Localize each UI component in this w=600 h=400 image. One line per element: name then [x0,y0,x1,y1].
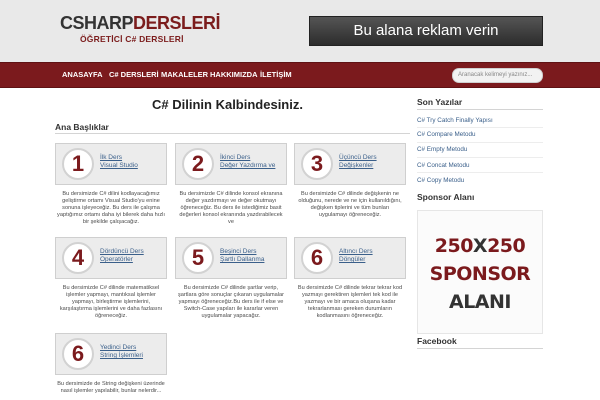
nav-item-anasayfa[interactable]: ANASAYFA [62,63,103,87]
lesson-link[interactable]: Beşinci Ders Şartlı Dallanma [220,248,264,264]
nav-item-iletisim[interactable]: İLETİŞİM [260,63,292,87]
lesson-link[interactable]: İkinci Ders Değer Yazdırma ve [220,154,275,170]
lesson-link[interactable]: Dördüncü Ders Operatörler [100,248,144,264]
lesson-card-4: 4 Dördüncü Ders Operatörler Bu dersimizde… [55,237,167,320]
recent-post-link[interactable]: C# Concat Metodu [417,162,470,169]
site-header: CSHARPDERSLERİ ÖĞRETİCİ C# DERSLERİ Bu a… [0,0,600,62]
lesson-description: Bu dersimizde de String değişkeni üzerin… [57,381,165,394]
sidebar-divider [417,109,543,110]
nav-item-csharp-dersleri[interactable]: C# DERSLERİ [109,63,159,87]
lesson-description: Bu dersimizde C# dilinde tekrar tekrar k… [297,285,403,319]
lesson-number-badge[interactable]: 3 [301,148,333,180]
logo-part2: DERSLERİ [133,13,221,33]
recent-post-link[interactable]: C# Compare Metodu [417,131,475,138]
lesson-card-7: 6 Yedinci Ders String İşlemleri Bu dersim… [55,333,167,395]
lesson-card-1: 1 İlk Ders Visual Studio Bu dersimizde C#… [55,143,167,226]
lesson-description: Bu dersimizde C# dilini kodlayacağımız g… [57,191,165,225]
lesson-number-badge[interactable]: 1 [62,148,94,180]
lesson-number-badge[interactable]: 4 [62,242,94,274]
lesson-number-badge[interactable]: 2 [182,148,214,180]
lesson-card-5: 5 Beşinci Ders Şartlı Dallanma Bu dersimi… [175,237,287,320]
lesson-link[interactable]: Üçüncü Ders Değişkenler [339,154,377,170]
lesson-link[interactable]: İlk Ders Visual Studio [100,154,138,170]
sidebar-divider [417,348,543,349]
lesson-description: Bu dersimizde C# dilinde değişkenin ne o… [298,191,402,218]
section-heading: Ana Başlıklar [55,122,109,132]
lesson-card-3: 3 Üçüncü Ders Değişkenler Bu dersimizde C… [294,143,406,219]
lesson-description: Bu dersimizde C# dilinde şartlar verip, … [177,285,285,319]
page-title: C# Dilinin Kalbindesiniz. [152,97,303,112]
lesson-description: Bu dersimizde C# dilinde konsol ekranına… [179,191,283,225]
site-logo[interactable]: CSHARPDERSLERİ ÖĞRETİCİ C# DERSLERİ [60,13,221,44]
lesson-number-badge[interactable]: 6 [301,242,333,274]
recent-post-link[interactable]: C# Copy Metodu [417,177,464,184]
facebook-title: Facebook [417,336,457,346]
recent-post-link[interactable]: C# Try Catch Finally Yapısı [417,117,493,124]
sponsor-title: Sponsor Alanı [417,192,475,202]
logo-tagline: ÖĞRETİCİ C# DERSLERİ [80,34,184,44]
ad-banner[interactable]: Bu alana reklam verin [309,16,543,46]
nav-item-hakkimizda[interactable]: HAKKIMIZDA [210,63,258,87]
recent-post-link[interactable]: C# Empty Metodu [417,146,467,153]
recent-posts-title: Son Yazılar [417,97,463,107]
lesson-card-6: 6 Altıncı Ders Döngüler Bu dersimizde C# … [294,237,406,320]
lesson-link[interactable]: Yedinci Ders String İşlemleri [100,344,143,360]
lesson-description: Bu dersimizde C# dilinde matematiksel iş… [59,285,163,319]
lesson-card-2: 2 İkinci Ders Değer Yazdırma ve Bu dersim… [175,143,287,226]
lesson-number-badge[interactable]: 5 [182,242,214,274]
section-divider [55,133,410,134]
lesson-number-badge[interactable]: 6 [62,338,94,370]
nav-item-makaleler[interactable]: MAKALELER [161,63,208,87]
lesson-link[interactable]: Altıncı Ders Döngüler [339,248,373,264]
logo-part1: CSHARP [60,13,134,33]
search-input[interactable]: Aranacak kelimeyi yazınız... [452,68,543,83]
sponsor-ad[interactable]: 250X250 SPONSOR ALANI [417,210,543,334]
main-nav: ANASAYFA C# DERSLERİ MAKALELER HAKKIMIZD… [0,62,600,88]
